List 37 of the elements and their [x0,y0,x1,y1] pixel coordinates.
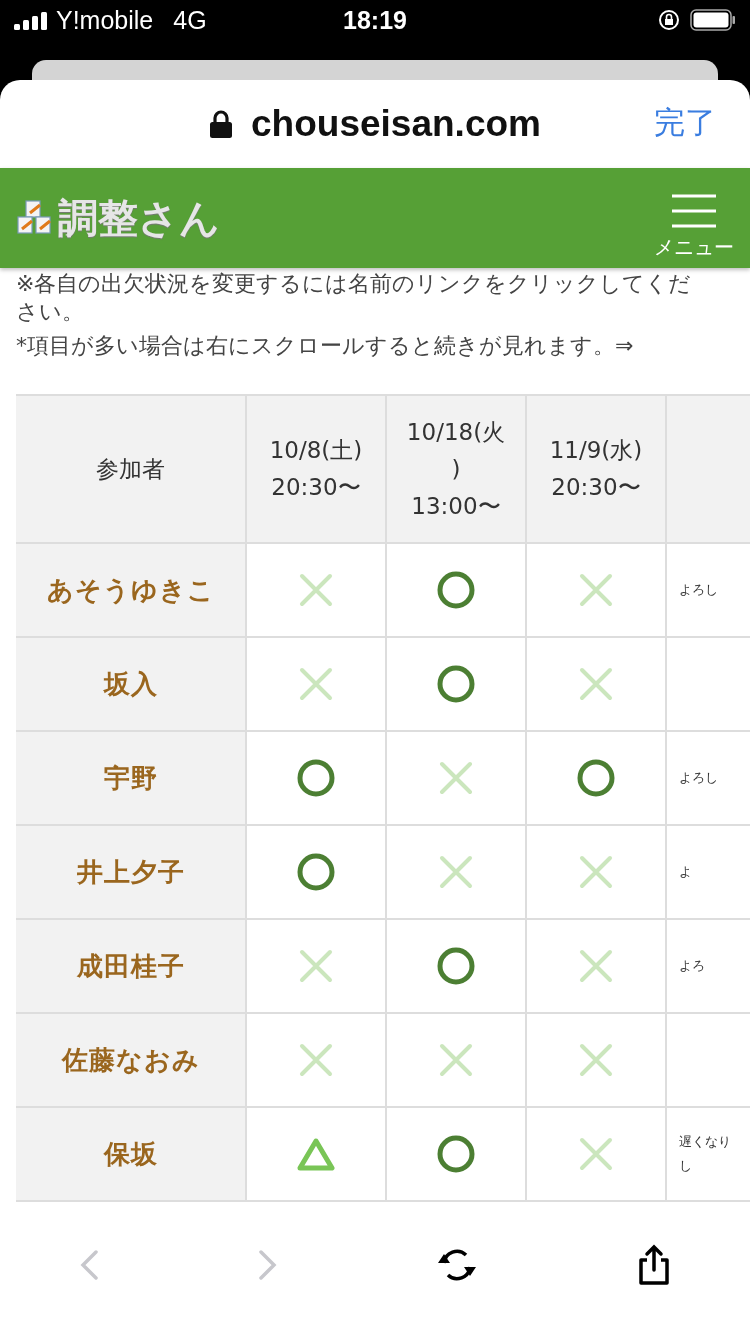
column-header: 11/9(水) 20:30〜 [527,396,667,544]
clock-time: 18:19 [342,5,408,35]
menu-icon [671,193,717,228]
participant-link[interactable]: 宇野 [103,760,158,796]
participant-link[interactable]: 成田桂子 [76,948,185,984]
site-logo[interactable]: 調整さん [58,190,220,246]
reload-icon [436,1247,479,1283]
comment-text: 遅くなりし [679,1133,732,1175]
participant-link[interactable]: あそうゆきこ [46,572,215,608]
column-header: 参加者 [16,396,247,544]
comment-text: よろし [679,581,719,599]
url-text: chouseisan.com [251,103,541,145]
forward-chevron-icon [257,1249,278,1281]
share-icon [636,1244,671,1286]
note-text: ※各自の出欠状況を変更するには名前のリンクをクリックしてください。 [16,270,693,326]
menu-button[interactable]: メニュー [654,193,734,261]
note-text: *項目が多い場合は右にスクロールすると続きが見れます。⇒ [16,332,635,360]
signal-icon [14,10,48,30]
rotation-lock-icon [658,9,680,31]
battery-icon [690,9,736,31]
participant-link[interactable]: 保坂 [103,1136,158,1172]
participant-link[interactable]: 井上夕子 [76,854,185,890]
lock-icon [209,109,234,139]
share-button[interactable] [636,1244,671,1286]
column-header: 10/8(土) 20:30〜 [247,396,387,544]
back-chevron-icon [79,1249,100,1281]
comment-text: よろし [679,769,719,787]
done-button[interactable]: 完了 [654,102,716,144]
comment-text: よろ [679,957,706,975]
carrier-name: Y!mobile [56,5,154,35]
network-type: 4G [173,5,207,35]
reload-button[interactable] [436,1247,479,1283]
comment-text: よ [679,863,693,881]
logo-icon [16,199,54,237]
column-header: 10/18(火) 13:00〜 [387,396,527,544]
participant-link[interactable]: 坂入 [103,666,158,702]
participant-link[interactable]: 佐藤なおみ [61,1042,200,1078]
